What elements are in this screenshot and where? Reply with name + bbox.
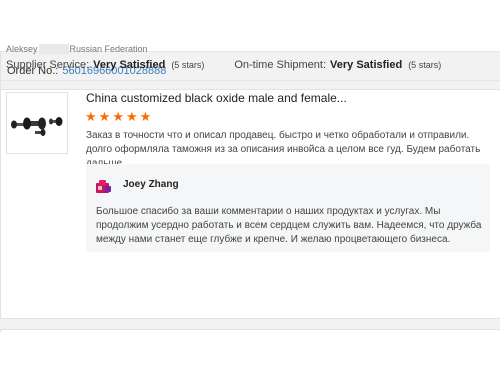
supplier-service-value: Very Satisfied	[93, 59, 166, 71]
buyer-name-redaction	[38, 44, 69, 54]
divider	[0, 80, 500, 81]
buyer-name: Aleksey	[6, 44, 38, 54]
star-icon: ★	[139, 109, 152, 124]
reply-text: Большое спасибо за ваши комментарии о на…	[96, 206, 482, 245]
supplier-service-stars: (5 stars)	[171, 60, 205, 70]
star-icon: ★	[112, 109, 124, 124]
supplier-service-label: Supplier Service:	[6, 59, 90, 71]
buyer-country: Russian Federation	[69, 44, 148, 54]
product-star-rating: ★ ★ ★ ★ ★	[85, 110, 151, 123]
product-thumbnail[interactable]	[6, 92, 68, 154]
bolt-image-icon	[11, 117, 63, 136]
star-icon: ★	[85, 109, 97, 124]
shipment-stars: (5 stars)	[408, 60, 442, 70]
supplier-avatar-icon	[96, 179, 112, 195]
ratings-row: Supplier Service: Very Satisfied (5 star…	[6, 59, 441, 71]
star-icon: ★	[98, 109, 111, 124]
product-title-link[interactable]: China customized black oxide male and fe…	[86, 91, 347, 105]
shipment-value: Very Satisfied	[330, 59, 403, 71]
supplier-reply: Joey Zhang Большое спасибо за ваши комме…	[86, 164, 490, 252]
bottom-band	[0, 318, 500, 330]
order-header: Order No.: 56016966001028888	[1, 52, 500, 90]
reply-author: Joey Zhang	[123, 179, 179, 190]
star-icon: ★	[125, 109, 138, 124]
buyer-info: Aleksey Russian Federation	[6, 44, 148, 54]
shipment-label: On-time Shipment:	[234, 59, 327, 71]
